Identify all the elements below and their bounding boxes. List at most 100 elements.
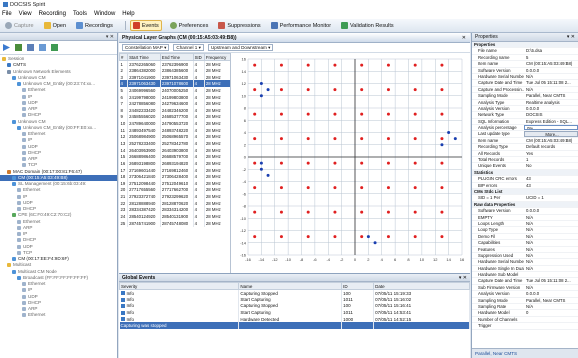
table-row[interactable]: 10 24789640000 24790553720 4 28 MHz — [119, 120, 230, 127]
expand-icon[interactable] — [27, 44, 34, 51]
validation-results-button[interactable]: Validation Results — [339, 21, 396, 30]
events-pane-controls[interactable]: ▾ ✕ — [459, 275, 467, 281]
table-row[interactable]: 23 28334387420 28334314200 4 28 MHz — [119, 206, 230, 214]
filter-icon[interactable] — [39, 44, 46, 51]
close-icon[interactable]: ✕ — [462, 35, 466, 41]
properties-pane-controls[interactable]: ▾ ✕ — [567, 34, 575, 40]
table-row[interactable]: 17 27169601440 27169812460 4 28 MHz — [119, 166, 230, 174]
direction-dropdown[interactable]: Upstream and Downstream ▾ — [207, 44, 274, 51]
table-cell: 24585556020 — [127, 113, 161, 121]
table-row[interactable]: 5 24069996560 24070005250 4 28 MHz — [119, 87, 230, 94]
performance-monitor-button[interactable]: Performance Monitor — [269, 21, 333, 30]
graph-type-dropdown[interactable]: Constellation MAP ▾ — [122, 44, 170, 51]
table-row[interactable]: 15 26688986400 26688579700 4 28 MHz — [119, 153, 230, 161]
tree-node[interactable]: Ethernet — [0, 312, 117, 318]
more-button[interactable]: More... — [524, 131, 578, 137]
table-row[interactable]: 20 27717655560 27717662700 4 28 MHz — [119, 186, 230, 194]
column-header[interactable]: Severity — [118, 282, 240, 290]
data-point — [333, 186, 337, 190]
events-button[interactable]: Events — [129, 20, 162, 31]
column-header[interactable]: SID — [192, 53, 205, 61]
tab-physical-layer-graphs[interactable]: Physical Layer Graphs (CM (00:15:A5:03:4… — [119, 33, 470, 43]
table-row[interactable]: 14 26403953900 26403903800 4 28 MHz — [119, 146, 230, 154]
column-header[interactable]: Frequency — [203, 53, 230, 61]
open-button[interactable]: Open — [42, 21, 68, 30]
property-row[interactable]: Trigger — [472, 323, 578, 330]
table-row[interactable]: 13 25278233400 25278342780 4 28 MHz — [119, 140, 230, 147]
menu-view[interactable]: View — [19, 11, 32, 17]
column-header[interactable]: Name — [238, 282, 343, 290]
menu-tools[interactable]: Tools — [73, 11, 87, 17]
event-row[interactable]: Info Hardware Detected 1000 07/05/11 14:52:… — [119, 315, 470, 323]
events-title: Global Events — [122, 274, 156, 281]
property-value: Parallel, Near CMTS — [526, 297, 566, 303]
column-header[interactable]: Start Time — [127, 53, 161, 61]
data-point — [440, 161, 444, 165]
property-key: Item name — [478, 137, 499, 143]
event-row[interactable]: Info Capturing Stopped 100 07/05/11 15:19:3… — [119, 289, 470, 297]
pin-icon[interactable]: ▾ ✕ — [106, 34, 114, 40]
event-row[interactable]: Info Start Capturing 1011 07/05/11 14:53:41 — [119, 309, 470, 316]
preferences-button[interactable]: Preferences — [168, 21, 211, 30]
table-row[interactable]: 11 24893497540 24893748220 4 28 MHz — [119, 126, 230, 134]
property-key: Loops Length — [478, 220, 505, 226]
table-row[interactable]: 19 27512098440 27512049610 4 28 MHz — [119, 180, 230, 187]
property-value[interactable]: 0% — [524, 125, 578, 131]
suppressions-button[interactable]: Suppressions — [216, 21, 262, 30]
table-row[interactable]: 2 23864382000 23864385600 4 28 MHz — [119, 67, 230, 74]
property-value: 0.0.0.0 — [526, 208, 540, 214]
property-key: PLUGIN CRC errors — [478, 176, 517, 182]
graph-icon[interactable] — [51, 44, 58, 51]
column-header[interactable]: Date — [373, 282, 470, 290]
data-point — [279, 63, 283, 67]
table-row[interactable]: 3 23971041900 23971063430 4 28 MHz — [119, 73, 230, 81]
table-cell: 24 — [119, 213, 129, 220]
property-key: Loop Type — [478, 227, 498, 233]
column-header[interactable]: # — [119, 53, 129, 61]
column-header[interactable]: ID — [341, 282, 375, 290]
event-row[interactable]: Capturing was stopped — [119, 322, 470, 330]
table-cell: 4 — [193, 93, 205, 101]
event-row[interactable]: Info Start Capturing 1011 07/05/11 15:16:02 — [119, 296, 470, 303]
event-cell: 100 — [341, 289, 375, 297]
event-cell: 1011 — [341, 296, 375, 303]
table-row[interactable]: 21 27923372740 27923299620 4 28 MHz — [119, 193, 230, 200]
event-row[interactable]: Info Capturing Stopped 100 07/05/11 15:16:4… — [119, 302, 470, 310]
channel-dropdown[interactable]: Channel 1 ▾ — [173, 44, 204, 51]
table-row[interactable]: 6 24199798000 24199803800 4 28 MHz — [119, 93, 230, 101]
capture-icon — [5, 22, 12, 29]
property-key: Hardware Model — [478, 310, 510, 316]
y-tick-label: -6 — [242, 191, 246, 196]
table-row[interactable]: 18 27306421840 27306428400 4 28 MHz — [119, 173, 230, 181]
event-cell-text: Info — [126, 290, 135, 296]
table-cell: 28745741900 — [127, 219, 161, 227]
data-point — [453, 137, 457, 141]
protocol-icon — [22, 288, 26, 293]
properties-pane: Properties ▾ ✕ Properties File name D:\5.d… — [471, 33, 578, 358]
recordings-button[interactable]: Recordings — [74, 21, 115, 30]
table-row[interactable]: 12 25068984900 25068965570 4 28 MHz — [119, 133, 230, 141]
table-cell: 28 MHz — [204, 106, 230, 114]
menu-file[interactable]: File — [2, 11, 12, 17]
table-row[interactable]: 16 26893198800 26893194820 4 28 MHz — [119, 160, 230, 167]
menu-help[interactable]: Help — [122, 11, 134, 17]
menu-recording[interactable]: Recording — [39, 11, 66, 17]
table-row[interactable]: 4 23971063430 23971078600 4 28 MHz — [119, 80, 230, 88]
property-value: 0.0.0.0 — [526, 67, 540, 73]
table-row[interactable]: 25 28745741900 28745748080 4 28 MHz — [119, 219, 230, 227]
play-icon[interactable] — [3, 44, 10, 51]
table-row[interactable]: 1 23762265060 23762396900 4 28 MHz — [119, 60, 230, 68]
table-row[interactable]: 9 24585556020 24685377700 4 28 MHz — [119, 113, 230, 121]
tree-view-icon[interactable] — [15, 44, 22, 51]
table-row[interactable]: 22 28128888940 28128870620 4 28 MHz — [119, 199, 230, 207]
table-row[interactable]: 24 28540124920 28540131900 4 28 MHz — [119, 213, 230, 220]
menu-window[interactable]: Window — [94, 11, 115, 17]
y-tick-label: 8 — [244, 106, 247, 111]
y-tick-label: -10 — [240, 216, 247, 221]
table-row[interactable]: 7 24278856080 24279634600 4 28 MHz — [119, 100, 230, 107]
property-key: Sub Firmware Version — [478, 284, 521, 290]
table-row[interactable]: 8 24482233420 24482346200 4 28 MHz — [119, 106, 230, 114]
data-point — [440, 88, 444, 92]
column-header[interactable]: End Time — [159, 53, 194, 61]
capture-button[interactable]: Capture — [3, 21, 36, 30]
